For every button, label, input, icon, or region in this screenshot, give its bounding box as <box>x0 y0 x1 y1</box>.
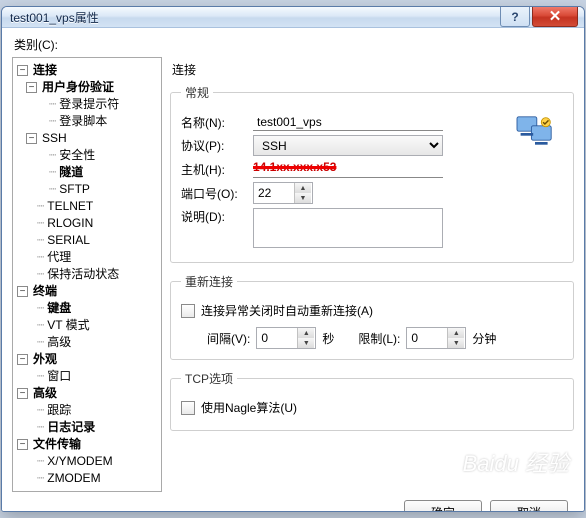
limit-spinner[interactable]: ▲▼ <box>406 327 466 349</box>
category-label: 类别(C): <box>14 36 574 53</box>
tree-appearance[interactable]: 外观 <box>33 351 57 368</box>
tree-window[interactable]: 窗口 <box>47 368 71 385</box>
host-label: 主机(H): <box>181 161 253 178</box>
limit-label: 限制(L): <box>358 330 400 347</box>
panel-title: 连接 <box>170 57 574 82</box>
protocol-select[interactable]: SSH <box>253 135 443 156</box>
tree-connection[interactable]: 连接 <box>33 62 57 79</box>
ok-button[interactable]: 确定 <box>404 500 482 512</box>
window-title: test001_vps属性 <box>10 9 99 26</box>
nagle-label: 使用Nagle算法(U) <box>201 399 297 416</box>
close-icon: ✕ <box>549 9 562 24</box>
tree-ssh-security[interactable]: 安全性 <box>59 147 95 164</box>
tcp-legend: TCP选项 <box>181 370 237 387</box>
general-legend: 常规 <box>181 84 213 101</box>
tree-trace[interactable]: 跟踪 <box>47 402 71 419</box>
port-input[interactable] <box>254 183 294 203</box>
tree-ssh[interactable]: SSH <box>42 130 67 147</box>
tree-advanced[interactable]: 高级 <box>33 385 57 402</box>
collapse-icon[interactable]: − <box>17 286 28 297</box>
name-label: 名称(N): <box>181 114 253 131</box>
tree-login-prompt[interactable]: 登录提示符 <box>59 96 119 113</box>
tree-login-script[interactable]: 登录脚本 <box>59 113 107 130</box>
tree-keepalive[interactable]: 保持活动状态 <box>47 266 119 283</box>
reconnect-checkbox[interactable] <box>181 304 195 318</box>
tree-ssh-tunnel[interactable]: 隧道 <box>59 164 83 181</box>
tree-keyboard[interactable]: 键盘 <box>47 300 71 317</box>
dialog-window: test001_vps属性 ? ✕ 类别(C): −连接 −用户身份验证 ┈登录… <box>1 6 585 512</box>
limit-input[interactable] <box>407 328 447 348</box>
help-button[interactable]: ? <box>500 7 530 27</box>
reconnect-group: 重新连接 连接异常关闭时自动重新连接(A) 间隔(V): ▲▼ 秒 <box>170 273 574 360</box>
collapse-icon[interactable]: − <box>17 439 28 450</box>
monitors-icon <box>515 115 555 151</box>
tree-filetransfer[interactable]: 文件传输 <box>33 436 81 453</box>
chevron-down-icon[interactable]: ▼ <box>447 338 464 348</box>
tree-terminal-adv[interactable]: 高级 <box>47 334 71 351</box>
titlebar[interactable]: test001_vps属性 ? ✕ <box>2 7 584 28</box>
collapse-icon[interactable]: − <box>26 133 37 144</box>
tree-xymodem[interactable]: X/YMODEM <box>47 453 112 470</box>
tree-terminal[interactable]: 终端 <box>33 283 57 300</box>
collapse-icon[interactable]: − <box>17 388 28 399</box>
description-input[interactable] <box>253 208 443 248</box>
tree-vt[interactable]: VT 模式 <box>47 317 89 334</box>
category-tree[interactable]: −连接 −用户身份验证 ┈登录提示符 ┈登录脚本 −SSH ┈安全性 <box>12 57 162 492</box>
reconnect-legend: 重新连接 <box>181 273 237 290</box>
port-spinner[interactable]: ▲▼ <box>253 182 313 204</box>
tree-telnet[interactable]: TELNET <box>47 198 93 215</box>
reconnect-label: 连接异常关闭时自动重新连接(A) <box>201 302 373 319</box>
tree-auth[interactable]: 用户身份验证 <box>42 79 114 96</box>
port-label: 端口号(O): <box>181 185 253 202</box>
cancel-button[interactable]: 取消 <box>490 500 568 512</box>
host-input[interactable]: 14.1xx.xxx.x53 <box>253 160 443 178</box>
collapse-icon[interactable]: − <box>26 82 37 93</box>
collapse-icon[interactable]: − <box>17 354 28 365</box>
chevron-down-icon[interactable]: ▼ <box>297 338 314 348</box>
name-input[interactable] <box>253 113 443 131</box>
nagle-checkbox[interactable] <box>181 401 195 415</box>
chevron-up-icon[interactable]: ▲ <box>447 328 464 338</box>
interval-label: 间隔(V): <box>207 330 250 347</box>
tree-rlogin[interactable]: RLOGIN <box>47 215 93 232</box>
collapse-icon[interactable]: − <box>17 65 28 76</box>
tree-log[interactable]: 日志记录 <box>47 419 95 436</box>
interval-input[interactable] <box>257 328 297 348</box>
tree-serial[interactable]: SERIAL <box>47 232 90 249</box>
protocol-label: 协议(P): <box>181 137 253 154</box>
chevron-up-icon[interactable]: ▲ <box>297 328 314 338</box>
tree-zmodem[interactable]: ZMODEM <box>47 470 100 487</box>
tree-ssh-sftp[interactable]: SFTP <box>59 181 90 198</box>
seconds-label: 秒 <box>322 330 334 347</box>
general-group: 常规 名称(N): 协议(P): SSH <box>170 84 574 263</box>
chevron-up-icon[interactable]: ▲ <box>294 183 311 193</box>
close-button[interactable]: ✕ <box>532 7 578 27</box>
settings-panel: 连接 常规 名称(N): 协议(P): SSH <box>170 57 574 492</box>
chevron-down-icon[interactable]: ▼ <box>294 193 311 203</box>
minutes-label: 分钟 <box>472 330 496 347</box>
desc-label: 说明(D): <box>181 208 253 225</box>
tree-proxy[interactable]: 代理 <box>47 249 71 266</box>
tcp-group: TCP选项 使用Nagle算法(U) <box>170 370 574 431</box>
interval-spinner[interactable]: ▲▼ <box>256 327 316 349</box>
